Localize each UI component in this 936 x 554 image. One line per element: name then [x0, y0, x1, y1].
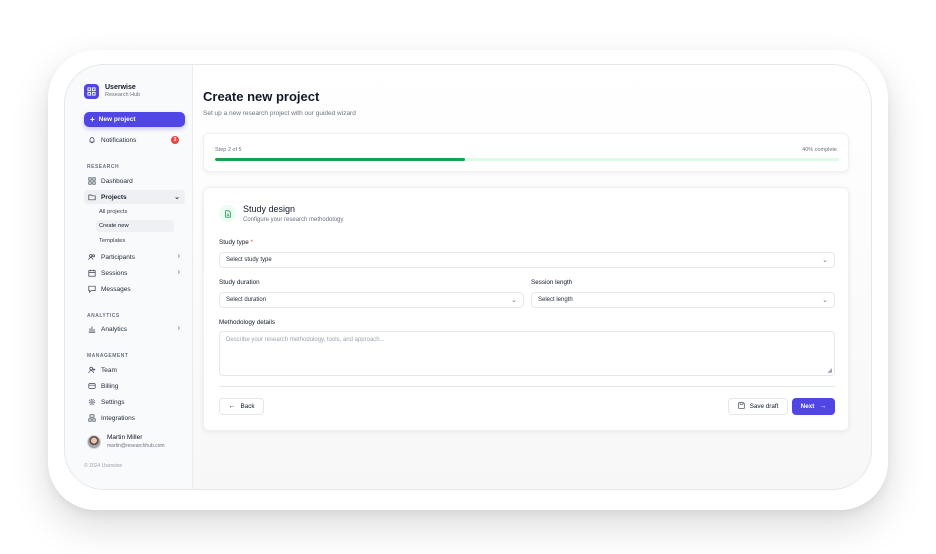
app-window: Userwise Research Hub + New project Noti… [64, 64, 872, 490]
save-draft-button[interactable]: Save draft [728, 398, 788, 415]
main-content: Create new project Set up a new research… [193, 65, 871, 489]
brand: Userwise Research Hub [84, 84, 140, 99]
sidebar-item-label: Participants [101, 253, 135, 261]
resize-handle-icon[interactable]: ◢ [827, 367, 832, 374]
sidebar-item-sessions[interactable]: Sessions › [84, 266, 185, 280]
methodology-placeholder: Describe your research methodology, tool… [226, 337, 385, 343]
step-indicator: Step 2 of 5 [215, 147, 242, 153]
message-icon [88, 285, 96, 293]
notification-badge: 3 [171, 136, 179, 144]
chevron-down-icon: ⌄ [511, 297, 517, 304]
chevron-down-icon: ⌄ [822, 257, 828, 264]
card-icon [88, 383, 96, 389]
arrow-left-icon: ← [228, 403, 236, 410]
study-duration-label: Study duration [219, 279, 260, 286]
arrow-right-icon: → [819, 403, 827, 410]
session-length-select[interactable]: Select length ⌄ [531, 292, 835, 308]
sidebar-item-notifications[interactable]: Notifications 3 [84, 133, 185, 147]
plus-icon: + [90, 114, 95, 124]
session-length-value: Select length [538, 297, 573, 303]
methodology-textarea[interactable]: Describe your research methodology, tool… [219, 331, 835, 376]
grid-logo-icon [84, 84, 99, 99]
bell-icon [89, 137, 95, 144]
sidebar-item-label: Notifications [101, 136, 137, 144]
gear-icon [88, 398, 96, 406]
sidebar-item-label: Sessions [101, 269, 128, 277]
study-duration-value: Select duration [226, 297, 267, 303]
percent-complete: 40% complete [802, 147, 837, 153]
progress-track [215, 158, 839, 161]
avatar [87, 435, 101, 449]
sidebar-item-team[interactable]: Team [84, 363, 185, 377]
study-type-value: Select study type [226, 257, 272, 263]
user-profile[interactable]: Martin Miller martin@researchhub.com [87, 435, 165, 449]
divider [219, 386, 835, 387]
sidebar-item-analytics[interactable]: Analytics › [84, 322, 185, 336]
calendar-icon [88, 269, 96, 277]
back-button[interactable]: ← Back [219, 398, 264, 415]
sidebar-item-label: Messages [101, 285, 131, 293]
subitem-create-new[interactable]: Create new [96, 220, 174, 232]
next-label: Next [800, 403, 815, 410]
next-button[interactable]: Next → [792, 398, 835, 415]
document-icon [219, 205, 236, 222]
study-type-label-text: Study type [219, 239, 249, 246]
sidebar-item-dashboard[interactable]: Dashboard [84, 174, 185, 188]
sidebar-item-label: Projects [101, 193, 127, 201]
folder-icon [88, 194, 96, 201]
sidebar-item-label: Settings [101, 398, 125, 406]
sidebar-item-projects[interactable]: Projects ⌄ [84, 190, 185, 204]
sidebar-item-label: Integrations [101, 414, 135, 422]
sidebar-item-integrations[interactable]: Integrations [84, 411, 185, 425]
chevron-right-icon: › [177, 269, 180, 276]
chevron-down-icon: ⌄ [822, 297, 828, 304]
sidebar-item-label: Billing [101, 382, 119, 390]
study-design-card: Study design Configure your research met… [203, 187, 849, 431]
bar-chart-icon [88, 326, 96, 333]
section-label-analytics: ANALYTICS [87, 313, 120, 319]
sidebar: Userwise Research Hub + New project Noti… [65, 65, 193, 489]
user-name: Martin Miller [107, 434, 143, 442]
save-draft-label: Save draft [749, 403, 779, 410]
subitem-all-projects[interactable]: All projects [96, 206, 174, 218]
sidebar-item-label: Dashboard [101, 177, 133, 185]
page-subtitle: Set up a new research project with our g… [203, 110, 356, 117]
chevron-right-icon: › [177, 253, 180, 260]
sidebar-item-label: Team [101, 366, 117, 374]
session-length-label: Session length [531, 279, 573, 286]
dashboard-icon [88, 177, 96, 185]
study-type-select[interactable]: Select study type ⌄ [219, 252, 835, 268]
chevron-right-icon: › [177, 325, 180, 332]
sidebar-item-participants[interactable]: Participants › [84, 250, 185, 264]
section-title: Study design [243, 204, 296, 214]
integrations-icon [88, 414, 96, 422]
page-title: Create new project [203, 89, 320, 104]
section-label-management: MANAGEMENT [87, 353, 129, 359]
progress-fill [215, 158, 465, 161]
sidebar-item-settings[interactable]: Settings [84, 395, 185, 409]
sidebar-item-billing[interactable]: Billing [84, 379, 185, 393]
subitem-templates[interactable]: Templates [96, 235, 174, 247]
section-label-research: RESEARCH [87, 164, 120, 170]
sidebar-item-messages[interactable]: Messages [84, 282, 185, 296]
section-subtitle: Configure your research methodology [243, 217, 344, 223]
copyright: © 2024 Userwise [84, 463, 123, 469]
sidebar-item-label: Analytics [101, 325, 128, 333]
team-icon [88, 366, 96, 374]
users-icon [88, 254, 95, 260]
save-icon [737, 402, 745, 411]
app-name: Userwise [105, 84, 136, 92]
back-label: Back [240, 403, 255, 410]
app-subtitle: Research Hub [105, 92, 141, 99]
progress-card: Step 2 of 5 40% complete [203, 133, 849, 172]
study-duration-select[interactable]: Select duration ⌄ [219, 292, 524, 308]
study-type-label: Study type * [219, 239, 253, 246]
chevron-down-icon: ⌄ [174, 194, 180, 201]
new-project-label: New project [98, 116, 136, 123]
new-project-button[interactable]: + New project [84, 112, 185, 127]
required-marker: * [250, 239, 253, 246]
methodology-label: Methodology details [219, 319, 276, 326]
user-email: martin@researchhub.com [107, 442, 165, 449]
